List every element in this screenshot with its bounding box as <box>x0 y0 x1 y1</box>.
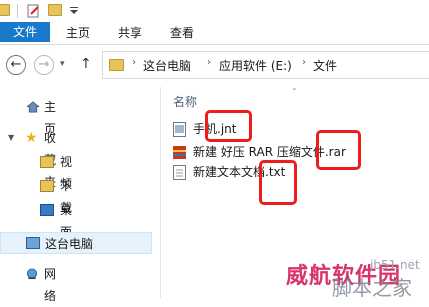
breadcrumb-drive[interactable]: 应用软件 (E:) <box>219 57 292 74</box>
chevron-right-icon: › <box>207 57 211 68</box>
quick-access-toolbar <box>0 0 429 22</box>
watermark-brand: 脚本之家 <box>332 276 412 300</box>
home-icon <box>26 101 40 113</box>
forward-button[interactable]: → <box>34 55 54 75</box>
desktop-icon <box>40 204 54 216</box>
tab-share[interactable]: 共享 <box>110 22 150 44</box>
toolbar-separator <box>17 4 18 18</box>
highlight-box <box>259 160 297 205</box>
tab-view[interactable]: 查看 <box>162 22 202 44</box>
sidebar-item-label: 网络 <box>44 267 57 303</box>
jnt-file-icon <box>173 122 186 137</box>
breadcrumb-this-pc[interactable]: 这台电脑 <box>143 57 191 74</box>
tab-file[interactable]: 文件 <box>0 22 50 42</box>
watermark-url: jb51.net <box>370 258 420 272</box>
sidebar-item-this-pc[interactable]: 这台电脑 <box>0 232 152 254</box>
chevron-right-icon: › <box>132 57 136 68</box>
folder-icon <box>0 4 10 16</box>
breadcrumb-folder[interactable]: 文件 <box>313 57 337 74</box>
video-folder-icon <box>40 156 54 168</box>
network-icon <box>26 268 38 280</box>
navigation-pane: 主页 ▼ ★ 收藏夹 视频 下载 桌面 这台电脑 网络 <box>0 87 160 303</box>
folder-icon <box>109 59 124 71</box>
sidebar-item-label: 这台电脑 <box>45 237 94 251</box>
tab-home[interactable]: 主页 <box>58 22 98 44</box>
star-icon: ★ <box>25 130 38 146</box>
text-file-icon <box>173 165 186 180</box>
ribbon-tabs: 文件 主页 共享 查看 <box>0 22 429 45</box>
chevron-right-icon: › <box>302 57 306 68</box>
highlight-box <box>316 130 361 170</box>
up-button[interactable]: ↑ <box>80 56 92 72</box>
sort-arrow-icon: ⌃ <box>291 87 298 96</box>
recent-locations-icon[interactable]: ▾ <box>60 59 65 69</box>
highlight-box <box>205 110 252 142</box>
download-folder-icon <box>40 180 54 192</box>
chevron-down-icon[interactable]: ▼ <box>8 127 14 149</box>
computer-icon <box>26 237 40 249</box>
rar-archive-icon <box>173 146 186 159</box>
address-bar[interactable]: › 这台电脑 › 应用软件 (E:) › 文件 <box>102 51 429 79</box>
back-button[interactable]: ← <box>6 55 26 75</box>
navigation-bar: ← → ▾ ↑ › 这台电脑 › 应用软件 (E:) › 文件 <box>0 45 429 87</box>
new-folder-icon[interactable] <box>48 4 62 16</box>
properties-icon[interactable] <box>27 4 41 18</box>
column-header-name[interactable]: 名称 <box>173 93 197 110</box>
customize-toolbar-icon[interactable] <box>68 4 82 16</box>
